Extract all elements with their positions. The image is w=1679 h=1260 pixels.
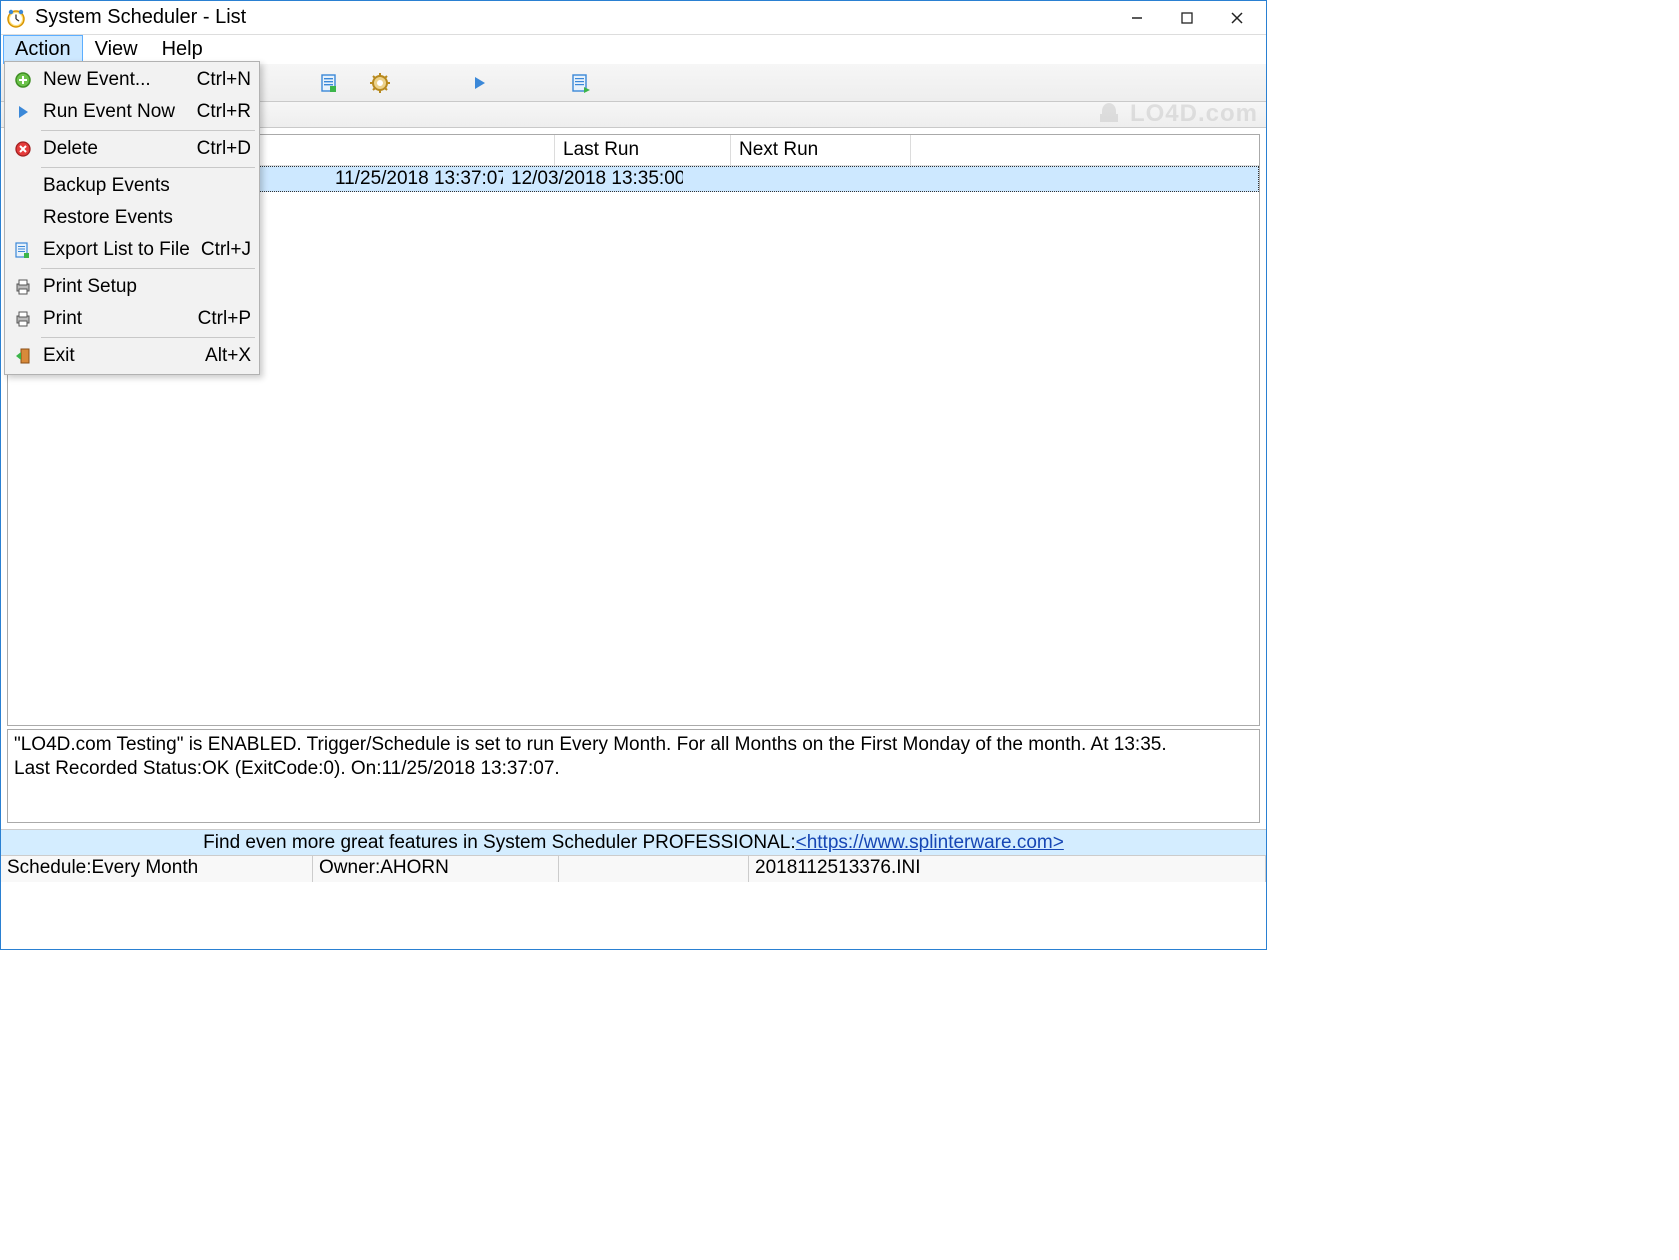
printer-icon (11, 310, 35, 328)
status-schedule: Schedule:Every Month (1, 856, 313, 882)
add-icon (11, 71, 35, 89)
promo-link[interactable]: <https://www.splinterware.com> (796, 832, 1064, 854)
delete-icon (11, 140, 35, 158)
play-icon (11, 105, 35, 119)
menu-help[interactable]: Help (150, 35, 215, 64)
action-menu: New Event... Ctrl+N Run Event Now Ctrl+R… (4, 61, 260, 375)
menu-backup-events[interactable]: Backup Events (7, 170, 257, 202)
titlebar: System Scheduler - List (1, 1, 1266, 35)
status-owner: Owner:AHORN (313, 856, 559, 882)
details-line2: Last Recorded Status:OK (ExitCode:0). On… (14, 757, 1253, 781)
maximize-button[interactable] (1162, 4, 1212, 32)
export-icon (11, 241, 35, 259)
printer-icon (11, 278, 35, 296)
statusbar: Schedule:Every Month Owner:AHORN 2018112… (1, 855, 1266, 882)
exit-icon (11, 347, 35, 365)
close-button[interactable] (1212, 4, 1262, 32)
app-icon (5, 7, 27, 29)
menu-restore-events[interactable]: Restore Events (7, 202, 257, 234)
menu-action[interactable]: Action (3, 35, 83, 64)
window-title: System Scheduler - List (35, 6, 246, 29)
menubar: Action View Help (1, 35, 1266, 64)
watermark: LO4D.com (1096, 100, 1258, 128)
details-panel: "LO4D.com Testing" is ENABLED. Trigger/S… (7, 729, 1260, 823)
status-file: 2018112513376.INI (749, 856, 1266, 882)
menu-run-event[interactable]: Run Event Now Ctrl+R (7, 96, 257, 128)
menu-print[interactable]: Print Ctrl+P (7, 303, 257, 335)
status-blank (559, 856, 749, 882)
promo-text: Find even more great features in System … (203, 832, 795, 854)
promo-strip: Find even more great features in System … (1, 829, 1266, 855)
toolbar-log-icon[interactable] (561, 67, 599, 99)
menu-export-list[interactable]: Export List to File Ctrl+J (7, 234, 257, 266)
toolbar-settings-icon[interactable] (361, 67, 399, 99)
menu-print-setup[interactable]: Print Setup (7, 271, 257, 303)
cell-last-run: 11/25/2018 13:37:07 (327, 166, 503, 192)
col-last-run[interactable]: Last Run (555, 135, 731, 165)
details-line1: "LO4D.com Testing" is ENABLED. Trigger/S… (14, 733, 1253, 757)
menu-view[interactable]: View (83, 35, 150, 64)
col-next-run[interactable]: Next Run (731, 135, 911, 165)
menu-exit[interactable]: Exit Alt+X (7, 340, 257, 372)
cell-next-run: 12/03/2018 13:35:00 (503, 166, 683, 192)
menu-delete[interactable]: Delete Ctrl+D (7, 133, 257, 165)
toolbar-play-icon[interactable] (461, 67, 499, 99)
menu-new-event[interactable]: New Event... Ctrl+N (7, 64, 257, 96)
toolbar-export-icon[interactable] (311, 67, 349, 99)
minimize-button[interactable] (1112, 4, 1162, 32)
